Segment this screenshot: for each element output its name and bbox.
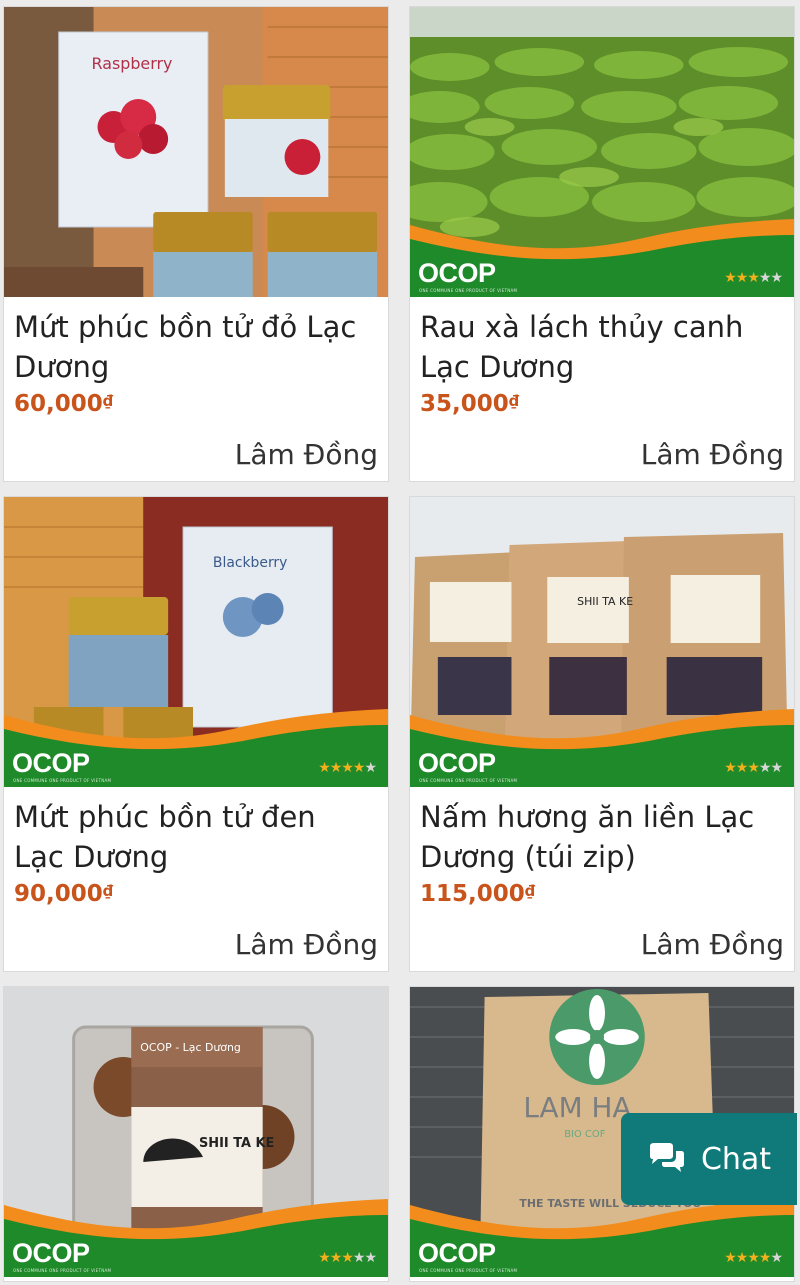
chat-button[interactable]: Chat: [621, 1113, 797, 1205]
star-rating: ★★★★★: [318, 760, 377, 776]
label-text: Raspberry: [92, 54, 173, 73]
product-image[interactable]: OCOP ONE COMMUNE ONE PRODUCT OF VIETNAM …: [410, 7, 794, 297]
product-name-line2[interactable]: Dương: [14, 350, 109, 384]
product-card[interactable]: OCOP ONE COMMUNE ONE PRODUCT OF VIETNAM …: [409, 6, 795, 482]
ocop-logo: OCOP: [418, 1238, 496, 1268]
ocop-logo: OCOP: [12, 1238, 90, 1268]
chat-bubbles-icon: [649, 1143, 684, 1172]
raspberry-jam-photo: Raspberry: [4, 7, 388, 297]
ocop-tagline: ONE COMMUNE ONE PRODUCT OF VIETNAM: [419, 1268, 518, 1273]
price-value: 35,000: [420, 391, 509, 417]
ocop-logo: OCOP: [12, 748, 90, 778]
label-text: Blackberry: [213, 555, 287, 571]
ocop-logo: OCOP: [418, 258, 496, 288]
product-origin: Lâm Đồng: [234, 928, 378, 961]
product-name[interactable]: Rau xà lách thủy canh Lạc Dương: [410, 297, 794, 387]
star-rating: ★★★★★: [724, 1250, 783, 1266]
product-image[interactable]: OCOP - Lạc Dương SHII TA KE OCOP ONE COM…: [4, 987, 388, 1277]
ocop-tagline: ONE COMMUNE ONE PRODUCT OF VIETNAM: [13, 778, 112, 783]
label-text: SHII TA KE: [577, 595, 633, 608]
product-price: 35,000₫: [410, 387, 794, 421]
currency-symbol: ₫: [102, 392, 114, 410]
label-text: OCOP - Lạc Dương: [140, 1041, 241, 1054]
currency-symbol: ₫: [102, 882, 114, 900]
product-image[interactable]: SHII TA KE OCOP ONE COMMUNE ONE PRODUCT …: [410, 497, 794, 787]
product-name-line1[interactable]: Rau xà lách thủy canh: [420, 310, 743, 344]
product-name[interactable]: Nấm hương ăn liền Lạc Dương (túi zip): [410, 787, 794, 877]
product-origin: Lâm Đồng: [234, 438, 378, 471]
product-name-line1[interactable]: Mứt phúc bồn tử đỏ Lạc: [14, 310, 356, 344]
product-card[interactable]: Raspberry Mứt phúc bồn tử đỏ Lạc Dương 6…: [3, 6, 389, 482]
ocop-tagline: ONE COMMUNE ONE PRODUCT OF VIETNAM: [13, 1268, 112, 1273]
product-image[interactable]: Raspberry: [4, 7, 388, 297]
chat-label[interactable]: Chat: [701, 1142, 771, 1177]
product-card[interactable]: SHII TA KE OCOP ONE COMMUNE ONE PRODUCT …: [409, 496, 795, 972]
label-text: LAM HA: [523, 1091, 631, 1124]
price-value: 60,000: [14, 391, 103, 417]
star-rating: ★★★★★: [318, 1250, 377, 1266]
product-name-line1[interactable]: Mứt phúc bồn tử đen: [14, 800, 316, 834]
product-origin: Lâm Đồng: [640, 928, 784, 961]
star-rating: ★★★★★: [724, 760, 783, 776]
label-text: SHII TA KE: [199, 1136, 274, 1151]
product-card[interactable]: OCOP - Lạc Dương SHII TA KE OCOP ONE COM…: [3, 986, 389, 1282]
product-card[interactable]: Blackberry OCOP ONE COMMUNE ONE PRODUCT …: [3, 496, 389, 972]
product-price: 115,000₫: [410, 877, 794, 911]
price-value: 115,000: [420, 881, 525, 907]
ocop-tagline: ONE COMMUNE ONE PRODUCT OF VIETNAM: [419, 288, 518, 293]
product-name[interactable]: Mứt phúc bồn tử đen Lạc Dương: [4, 787, 388, 877]
product-image[interactable]: Blackberry OCOP ONE COMMUNE ONE PRODUCT …: [4, 497, 388, 787]
product-name-line2[interactable]: Dương (túi zip): [420, 840, 636, 874]
product-name-line2[interactable]: Lạc Dương: [420, 350, 574, 384]
product-name-line1[interactable]: Nấm hương ăn liền Lạc: [420, 800, 754, 834]
label-text: BIO COF: [564, 1129, 605, 1140]
star-rating: ★★★★★: [724, 270, 783, 286]
product-name-line2[interactable]: Lạc Dương: [14, 840, 168, 874]
price-value: 90,000: [14, 881, 103, 907]
ocop-tagline: ONE COMMUNE ONE PRODUCT OF VIETNAM: [419, 778, 518, 783]
ocop-logo: OCOP: [418, 748, 496, 778]
currency-symbol: ₫: [524, 882, 536, 900]
product-price: 90,000₫: [4, 877, 388, 911]
currency-symbol: ₫: [508, 392, 520, 410]
product-origin: Lâm Đồng: [640, 438, 784, 471]
product-price: 60,000₫: [4, 387, 388, 421]
product-name[interactable]: Mứt phúc bồn tử đỏ Lạc Dương: [4, 297, 388, 387]
